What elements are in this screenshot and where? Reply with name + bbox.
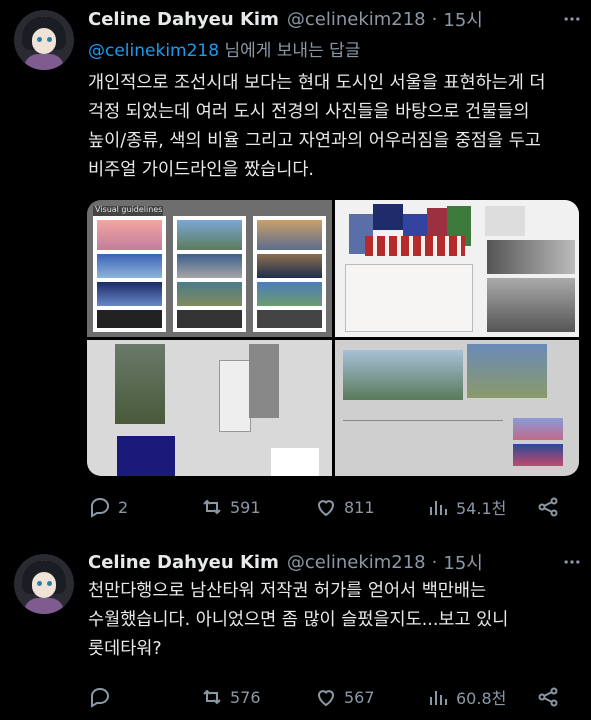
- reply-icon: [91, 497, 110, 518]
- tweet-1[interactable]: Celine Dahyeu Kim @celinekim218 · 15시 @c…: [0, 0, 591, 530]
- views-icon: [430, 691, 447, 705]
- media-image-2[interactable]: [335, 200, 579, 337]
- tweet-text: 개인적으로 조선시대 보다는 현대 도시인 서울을 표현하는게 더 걱정 되었는…: [88, 73, 546, 180]
- reply-button[interactable]: 2: [88, 492, 128, 522]
- avatar[interactable]: [14, 554, 74, 614]
- like-count: 567: [344, 687, 375, 707]
- media-image-4[interactable]: [335, 340, 579, 476]
- repost-count: 591: [230, 497, 261, 517]
- views-count: 60.8천: [456, 689, 507, 708]
- tweet-2[interactable]: Celine Dahyeu Kim @celinekim218 · 15시 천만…: [0, 540, 591, 720]
- avatar[interactable]: [14, 10, 74, 70]
- like-icon: [317, 690, 335, 707]
- media-image-3[interactable]: [87, 340, 332, 476]
- timestamp[interactable]: 15시: [443, 549, 482, 575]
- more-icon[interactable]: [560, 7, 584, 31]
- tweet-header: Celine Dahyeu Kim @celinekim218 · 15시: [88, 547, 483, 577]
- reply-icon: [91, 687, 110, 708]
- like-count: 811: [344, 497, 375, 517]
- views-count: 54.1천: [456, 499, 507, 518]
- reply-suffix: 님에게 보내는 답글: [219, 41, 361, 61]
- media-label: Visual guidelines: [95, 205, 163, 214]
- tweet-actions: 2 591 811 54.1천: [88, 492, 568, 522]
- tweet-header: Celine Dahyeu Kim @celinekim218 · 15시: [88, 4, 483, 34]
- repost-count: 576: [230, 687, 261, 707]
- repost-button[interactable]: 591: [200, 492, 261, 522]
- views-button[interactable]: 54.1천: [426, 492, 506, 522]
- author-handle[interactable]: @celinekim218: [287, 9, 426, 30]
- tweet-text: 천만다행으로 남산타워 저작권 허가를 얻어서 백만배는 수월했습니다. 아니었…: [88, 581, 509, 659]
- share-button[interactable]: [536, 492, 566, 522]
- views-icon: [430, 501, 447, 515]
- media-image-1[interactable]: Visual guidelines: [87, 200, 332, 337]
- more-icon[interactable]: [560, 550, 584, 574]
- views-button[interactable]: 60.8천: [426, 682, 506, 712]
- reply-context: @celinekim218 님에게 보내는 답글: [88, 36, 360, 61]
- repost-button[interactable]: 576: [200, 682, 261, 712]
- author-handle[interactable]: @celinekim218: [287, 552, 426, 573]
- like-button[interactable]: 567: [314, 682, 375, 712]
- media-grid[interactable]: Visual guidelines: [87, 200, 579, 476]
- share-button[interactable]: [536, 682, 566, 712]
- timestamp[interactable]: 15시: [443, 6, 482, 32]
- repost-icon: [203, 499, 221, 515]
- share-icon: [538, 687, 558, 707]
- separator-dot: ·: [431, 551, 438, 573]
- reply-button[interactable]: [88, 682, 118, 712]
- tweet-actions: 576 567 60.8천: [88, 682, 568, 712]
- like-button[interactable]: 811: [314, 492, 375, 522]
- like-icon: [317, 500, 335, 517]
- reply-mention-link[interactable]: @celinekim218: [88, 41, 219, 61]
- reply-count: 2: [118, 497, 129, 517]
- author-name[interactable]: Celine Dahyeu Kim: [88, 9, 279, 30]
- separator-dot: ·: [431, 8, 438, 30]
- share-icon: [538, 497, 558, 517]
- author-name[interactable]: Celine Dahyeu Kim: [88, 552, 279, 573]
- repost-icon: [203, 689, 221, 705]
